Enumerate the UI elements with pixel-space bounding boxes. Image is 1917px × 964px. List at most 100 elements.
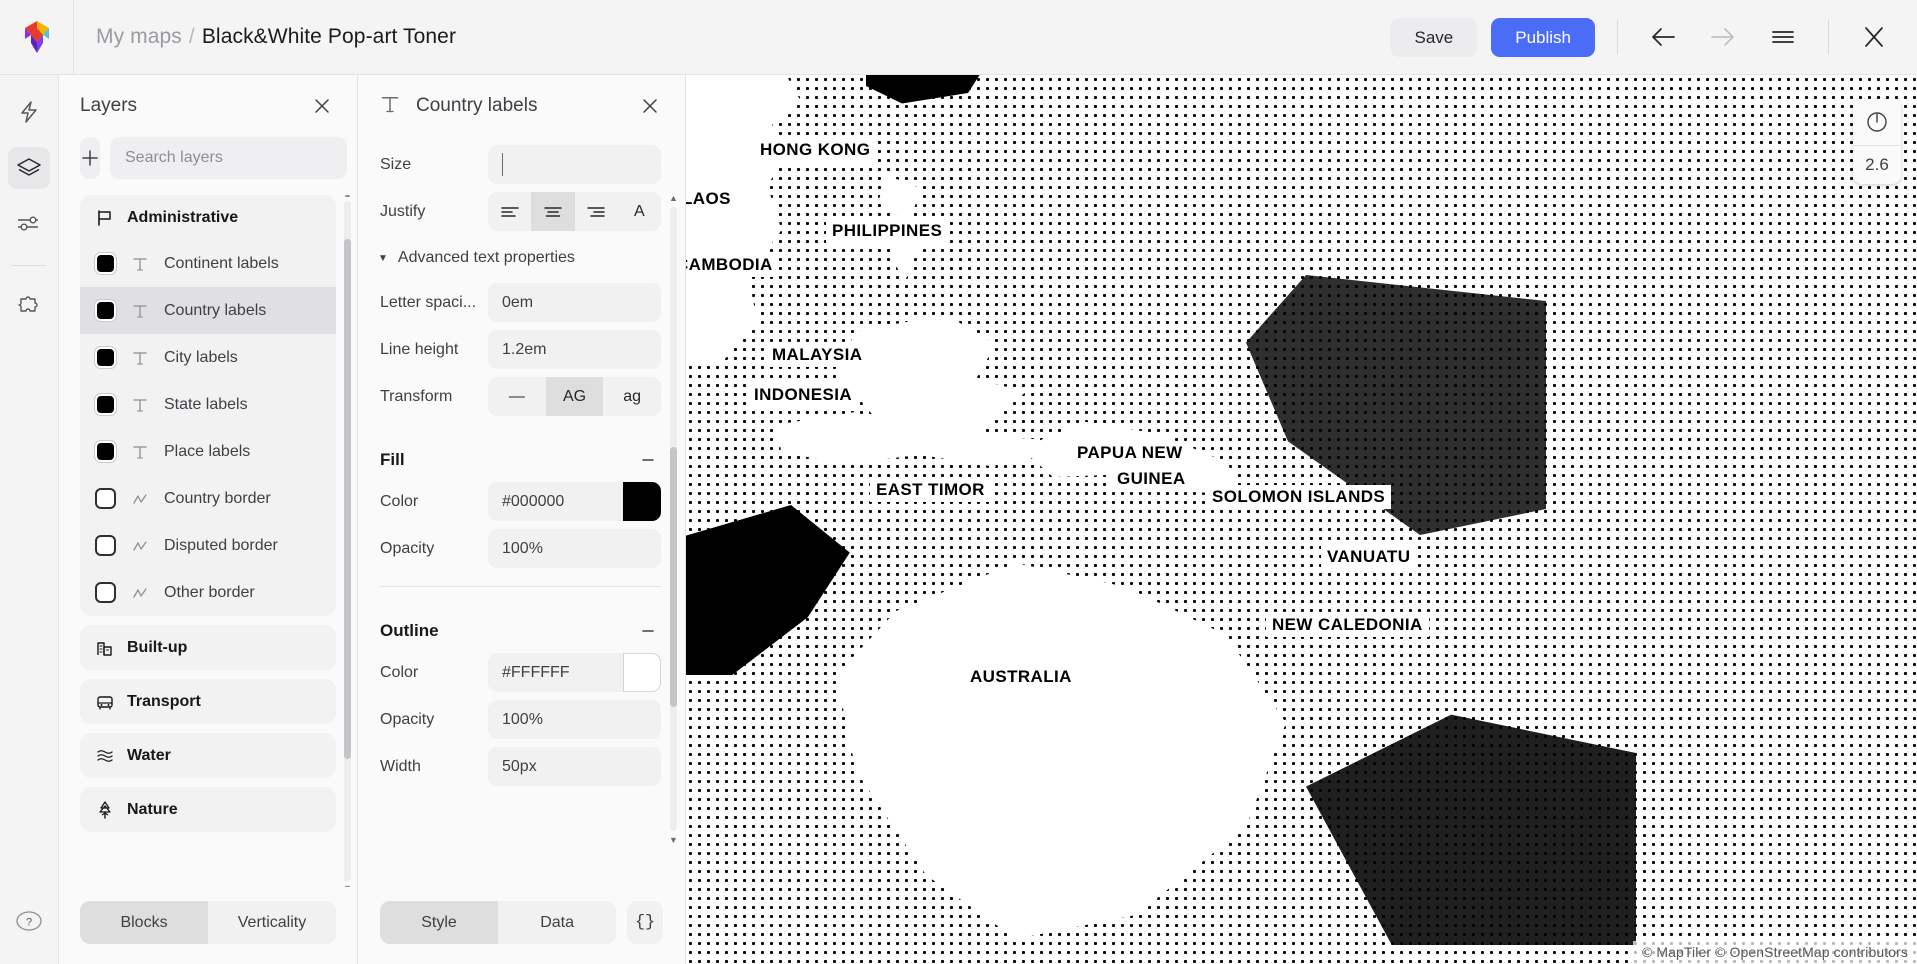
fill-color-swatch[interactable]: [623, 482, 661, 521]
layer-row-disputed-border[interactable]: Disputed border: [80, 522, 336, 569]
layer-group-header-nature[interactable]: Nature: [80, 787, 336, 832]
advanced-text-properties-label: Advanced text properties: [398, 249, 575, 267]
fill-opacity-input[interactable]: 100%: [488, 529, 661, 568]
add-layer-button[interactable]: [80, 137, 100, 179]
outline-opacity-input[interactable]: 100%: [488, 700, 661, 739]
line-height-input[interactable]: 1.2em: [488, 330, 661, 369]
advanced-text-properties-toggle[interactable]: ▼ Advanced text properties: [378, 239, 661, 277]
layers-panel-close-button[interactable]: [305, 89, 339, 123]
layer-color-swatch[interactable]: [95, 300, 116, 321]
properties-body[interactable]: Size Justify: [358, 137, 685, 889]
map-label: PAPUA NEW: [1071, 441, 1189, 465]
breadcrumb-current-map-name[interactable]: Black&White Pop-art Toner: [202, 25, 456, 49]
layer-color-swatch[interactable]: [95, 253, 116, 274]
map-label: SOLOMON ISLANDS: [1206, 485, 1391, 509]
letter-spacing-input[interactable]: 0em: [488, 283, 661, 322]
layer-color-swatch[interactable]: [95, 347, 116, 368]
size-input[interactable]: [488, 145, 661, 184]
layer-group-administrative: Administrative Continent labels: [80, 195, 336, 616]
scroll-up-arrow-icon[interactable]: ▲: [669, 193, 678, 203]
minus-icon: [640, 452, 656, 468]
layer-group-header-built-up[interactable]: Built-up: [80, 625, 336, 670]
layer-row-place-labels[interactable]: Place labels: [80, 428, 336, 475]
map-canvas-container[interactable]: HONG KONG LAOS PHILIPPINES CAMBODIA MALA…: [686, 75, 1917, 964]
publish-button[interactable]: Publish: [1491, 18, 1595, 57]
map-tiles[interactable]: HONG KONG LAOS PHILIPPINES CAMBODIA MALA…: [686, 75, 1917, 964]
rail-item-help[interactable]: ?: [8, 900, 50, 942]
fill-section-title: Fill: [380, 450, 635, 470]
rail-item-quick-edit[interactable]: [8, 91, 50, 133]
back-button[interactable]: [1640, 14, 1686, 60]
property-row-letter-spacing: Letter spaci... 0em: [380, 283, 661, 322]
map-attribution[interactable]: © MapTiler © OpenStreetMap contributors: [1633, 941, 1917, 964]
zoom-level-value[interactable]: 2.6: [1853, 146, 1901, 184]
breadcrumb: My maps / Black&White Pop-art Toner: [74, 25, 456, 49]
forward-button[interactable]: [1700, 14, 1746, 60]
layer-row-state-labels[interactable]: State labels: [80, 381, 336, 428]
compass-button[interactable]: [1853, 99, 1901, 145]
layer-group-header-administrative[interactable]: Administrative: [80, 195, 336, 240]
properties-scrollbar-thumb[interactable]: [670, 447, 677, 707]
outline-width-input[interactable]: 50px: [488, 747, 661, 786]
layer-label: Disputed border: [164, 537, 278, 555]
app-logo[interactable]: [0, 0, 74, 74]
layers-scrollbar[interactable]: ▲ ▼: [344, 201, 351, 881]
scroll-down-arrow-icon[interactable]: ▼: [343, 883, 352, 887]
breadcrumb-root[interactable]: My maps: [96, 25, 182, 49]
text-type-icon: [130, 256, 150, 272]
transform-lowercase-button[interactable]: ag: [603, 377, 661, 416]
fill-opacity-label: Opacity: [380, 540, 488, 558]
align-right-button[interactable]: [575, 192, 618, 231]
layer-color-swatch[interactable]: [95, 441, 116, 462]
outline-collapse-button[interactable]: [635, 618, 661, 644]
json-editor-button[interactable]: {}: [627, 901, 663, 944]
lightning-bolt-icon: [18, 100, 40, 124]
rail-item-layers[interactable]: [8, 147, 50, 189]
outline-color-swatch[interactable]: [623, 653, 661, 692]
align-auto-button[interactable]: A: [618, 192, 661, 231]
layers-list[interactable]: Administrative Continent labels: [59, 195, 357, 887]
layer-row-continent-labels[interactable]: Continent labels: [80, 240, 336, 287]
transform-uppercase-button[interactable]: AG: [546, 377, 604, 416]
layer-label: Continent labels: [164, 255, 279, 273]
layer-color-swatch[interactable]: [95, 582, 116, 603]
layer-color-swatch[interactable]: [95, 535, 116, 556]
fill-collapse-button[interactable]: [635, 447, 661, 473]
map-label: GUINEA: [1111, 467, 1192, 491]
layer-row-country-labels[interactable]: Country labels: [80, 287, 336, 334]
layer-group-header-water[interactable]: Water: [80, 733, 336, 778]
tab-data[interactable]: Data: [498, 901, 616, 944]
properties-panel-close-button[interactable]: [633, 89, 667, 123]
layer-row-city-labels[interactable]: City labels: [80, 334, 336, 381]
layer-color-swatch[interactable]: [95, 394, 116, 415]
save-button[interactable]: Save: [1390, 18, 1477, 57]
plus-icon: [80, 148, 100, 168]
menu-button[interactable]: [1760, 14, 1806, 60]
fill-color-input[interactable]: #000000: [488, 482, 661, 521]
tab-verticality[interactable]: Verticality: [208, 901, 336, 944]
layer-row-other-border[interactable]: Other border: [80, 569, 336, 616]
close-editor-button[interactable]: [1851, 14, 1897, 60]
scroll-up-arrow-icon[interactable]: ▲: [343, 195, 352, 199]
puzzle-piece-icon: [16, 293, 42, 317]
layer-row-country-border[interactable]: Country border: [80, 475, 336, 522]
minus-icon: [640, 623, 656, 639]
rail-item-plugins[interactable]: [8, 284, 50, 326]
layer-group-header-transport[interactable]: Transport: [80, 679, 336, 724]
justify-label: Justify: [380, 203, 488, 221]
properties-scrollbar[interactable]: ▲ ▼: [670, 207, 677, 831]
layers-scrollbar-thumb[interactable]: [344, 239, 351, 759]
transform-none-button[interactable]: —: [488, 377, 546, 416]
tab-blocks[interactable]: Blocks: [80, 901, 208, 944]
map-label: AUSTRALIA: [964, 665, 1078, 689]
tab-style[interactable]: Style: [380, 901, 498, 944]
search-layers-input[interactable]: [110, 137, 347, 179]
align-left-button[interactable]: [488, 192, 531, 231]
rail-item-settings[interactable]: [8, 203, 50, 245]
property-row-fill-opacity: Opacity 100%: [380, 529, 661, 568]
layer-color-swatch[interactable]: [95, 488, 116, 509]
scroll-down-arrow-icon[interactable]: ▼: [669, 835, 678, 845]
align-center-button[interactable]: [531, 192, 574, 231]
outline-color-input[interactable]: #FFFFFF: [488, 653, 661, 692]
layers-panel: Layers: [59, 75, 358, 964]
